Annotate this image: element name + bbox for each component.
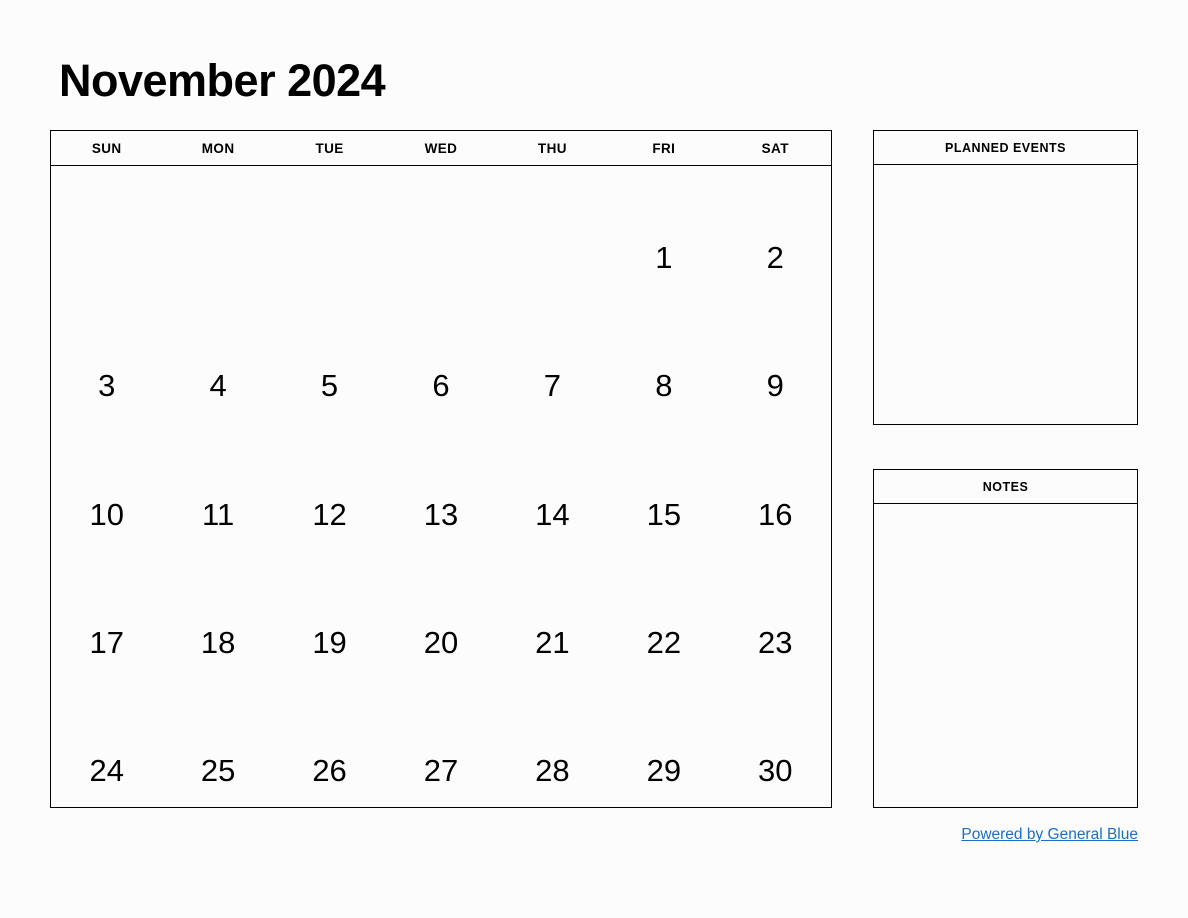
notes-panel: NOTES <box>873 469 1138 808</box>
day-cell[interactable]: 5 <box>274 294 385 422</box>
weekday-header-thu: THU <box>537 140 567 156</box>
day-cell[interactable]: 15 <box>608 422 719 550</box>
weekday-header-row: SUN MON TUE WED THU FRI SAT <box>51 131 831 166</box>
footer: Powered by General Blue <box>873 826 1138 844</box>
day-number: 2 <box>766 240 784 276</box>
day-number: 25 <box>200 753 236 789</box>
day-cell[interactable]: 25 <box>162 679 273 807</box>
day-number: 19 <box>312 624 347 660</box>
calendar-page: November 2024 SUN MON TUE WED THU FRI SA… <box>0 0 1188 918</box>
day-number: 13 <box>423 496 459 532</box>
calendar-weeks: 1 2 3 4 5 6 7 8 9 10 11 12 13 14 15 16 1… <box>51 166 831 807</box>
calendar-grid: SUN MON TUE WED THU FRI SAT 1 2 3 4 5 6 … <box>50 130 832 808</box>
day-number: 3 <box>98 368 116 404</box>
calendar-week-row: 10 11 12 13 14 15 16 <box>51 422 831 550</box>
day-number: 12 <box>312 496 347 532</box>
day-number: 24 <box>89 753 124 789</box>
day-cell[interactable]: 7 <box>497 294 608 422</box>
planned-events-panel: PLANNED EVENTS <box>873 130 1138 425</box>
day-cell[interactable] <box>497 166 608 294</box>
day-cell[interactable]: 4 <box>162 294 273 422</box>
page-title: November 2024 <box>59 55 386 106</box>
day-cell[interactable]: 6 <box>385 294 496 422</box>
day-cell[interactable]: 14 <box>497 422 608 550</box>
day-number: 23 <box>758 624 793 660</box>
day-cell[interactable]: 9 <box>720 294 831 422</box>
planned-events-header: PLANNED EVENTS <box>874 131 1137 165</box>
day-cell[interactable] <box>385 166 496 294</box>
day-cell[interactable]: 28 <box>497 679 608 807</box>
day-number: 22 <box>646 624 682 660</box>
day-number: 14 <box>535 496 570 532</box>
day-cell[interactable] <box>51 166 162 294</box>
day-cell[interactable]: 11 <box>162 422 273 550</box>
weekday-header-sun: SUN <box>91 140 122 156</box>
calendar-week-row: 17 18 19 20 21 22 23 <box>51 551 831 679</box>
day-cell[interactable]: 29 <box>608 679 719 807</box>
notes-header: NOTES <box>874 470 1137 504</box>
day-cell[interactable]: 23 <box>720 551 831 679</box>
day-number: 17 <box>89 624 124 660</box>
day-number: 4 <box>209 368 227 404</box>
day-cell[interactable]: 26 <box>274 679 385 807</box>
day-cell[interactable]: 21 <box>497 551 608 679</box>
planned-events-body[interactable] <box>874 165 1137 424</box>
day-cell[interactable]: 8 <box>608 294 719 422</box>
day-cell[interactable]: 16 <box>720 422 831 550</box>
day-number: 26 <box>312 753 347 789</box>
day-number: 30 <box>758 753 793 789</box>
day-cell[interactable]: 20 <box>385 551 496 679</box>
day-number: 15 <box>646 496 682 532</box>
day-number: 5 <box>320 368 339 404</box>
day-cell[interactable]: 18 <box>162 551 273 679</box>
day-cell[interactable] <box>162 166 273 294</box>
day-number: 29 <box>646 753 682 789</box>
day-cell[interactable]: 19 <box>274 551 385 679</box>
day-number: 27 <box>423 753 459 789</box>
day-cell[interactable]: 30 <box>720 679 831 807</box>
day-cell[interactable]: 17 <box>51 551 162 679</box>
weekday-header-fri: FRI <box>652 140 676 156</box>
day-cell[interactable]: 13 <box>385 422 496 550</box>
day-cell[interactable]: 2 <box>720 166 831 294</box>
day-number: 20 <box>423 624 459 660</box>
day-cell[interactable]: 12 <box>274 422 385 550</box>
day-number: 18 <box>200 624 236 660</box>
calendar-week-row: 24 25 26 27 28 29 30 <box>51 679 831 807</box>
day-cell[interactable] <box>274 166 385 294</box>
day-number: 28 <box>535 753 570 789</box>
calendar-week-row: 1 2 <box>51 166 831 294</box>
day-number: 6 <box>432 368 450 404</box>
weekday-header-mon: MON <box>201 140 235 156</box>
day-number: 1 <box>655 240 673 276</box>
day-cell[interactable]: 22 <box>608 551 719 679</box>
day-cell[interactable]: 1 <box>608 166 719 294</box>
powered-by-link[interactable]: Powered by General Blue <box>961 826 1138 843</box>
day-cell[interactable]: 3 <box>51 294 162 422</box>
weekday-header-tue: TUE <box>315 140 344 156</box>
day-cell[interactable]: 24 <box>51 679 162 807</box>
day-number: 21 <box>535 624 570 660</box>
calendar-week-row: 3 4 5 6 7 8 9 <box>51 294 831 422</box>
day-number: 16 <box>758 496 793 532</box>
day-cell[interactable]: 27 <box>385 679 496 807</box>
day-number: 8 <box>655 368 673 404</box>
day-number: 7 <box>543 368 562 404</box>
notes-body[interactable] <box>874 504 1137 807</box>
day-number: 10 <box>89 496 124 532</box>
weekday-header-sat: SAT <box>761 140 789 156</box>
day-number: 11 <box>202 496 235 532</box>
day-number: 9 <box>766 368 784 404</box>
day-cell[interactable]: 10 <box>51 422 162 550</box>
weekday-header-wed: WED <box>424 140 458 156</box>
